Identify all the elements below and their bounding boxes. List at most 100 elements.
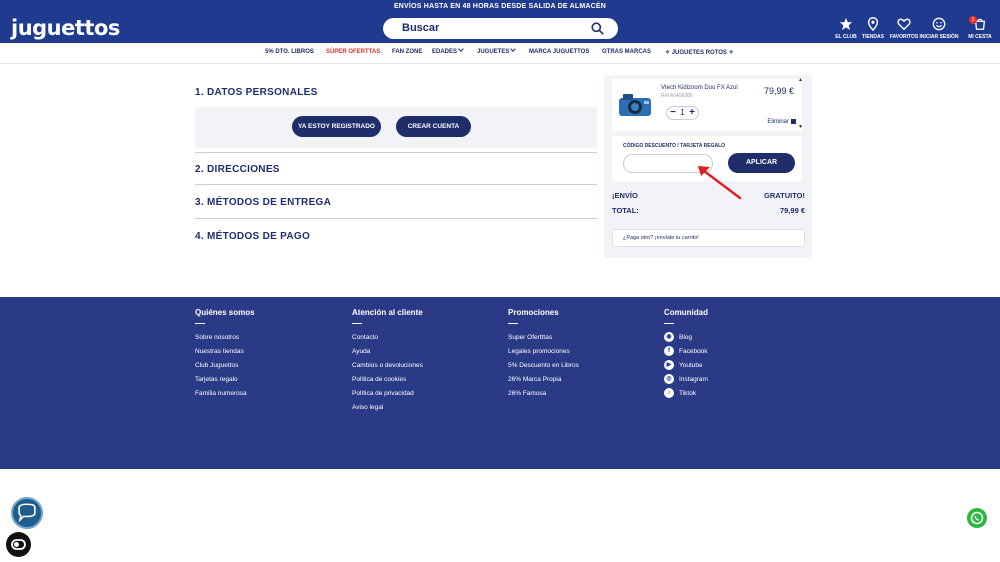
footer-link-blog[interactable]: ◉ Blog: [664, 331, 708, 345]
footer-link-youtube[interactable]: ▶ Youtube: [664, 359, 708, 373]
total-value: 79,99 €: [779, 206, 805, 215]
footer-link[interactable]: Sobre nosotros: [195, 331, 255, 345]
youtube-icon: ▶: [664, 360, 674, 371]
footer-link[interactable]: Política de privacidad: [352, 387, 423, 401]
nav-item-juguetes-label: JUGUETES: [477, 49, 510, 55]
favorites-link[interactable]: FAVORITOS: [884, 17, 924, 40]
star-icon: [839, 17, 853, 31]
product-price: 79,99 €: [763, 86, 794, 96]
login-link[interactable]: INICIAR SESIÓN: [919, 17, 959, 40]
accessibility-toggle-icon: [11, 539, 26, 550]
section-datos-personales[interactable]: 1. DATOS PERSONALES: [195, 87, 318, 98]
footer-link-label: Facebook: [679, 348, 708, 355]
favorites-label: FAVORITOS: [889, 34, 919, 40]
footer-link-label: Blog: [679, 334, 693, 341]
coupon-label: CÓDIGO DESCUENTO / TARJETA REGALO: [623, 143, 726, 149]
footer-link[interactable]: Contacto: [352, 331, 423, 345]
nav-item-super-ofertas[interactable]: SÚPER OFERTTAS: [326, 49, 380, 55]
footer-link[interactable]: 5% Descuento en Libros: [508, 359, 579, 373]
nav-item-marca-juguettos[interactable]: MARCA JUGUETTOS: [529, 49, 589, 55]
footer-link[interactable]: Cambios o devoluciones: [352, 359, 423, 373]
scroll-down-icon[interactable]: ▼: [798, 124, 803, 130]
footer-link[interactable]: Super Ofertttas: [508, 331, 579, 345]
footer-heading-underline: [508, 323, 518, 324]
footer-link[interactable]: Nuestras tiendas: [195, 345, 255, 359]
footer-link-tiktok[interactable]: ♪ Tiktok: [664, 387, 708, 401]
annotation-arrow-icon: [698, 166, 742, 200]
shipping-label: ¡ENVÍO: [612, 191, 638, 200]
share-cart-button[interactable]: ¿Paga otro? ¡envíale tu carrito!: [612, 229, 805, 247]
cart-item: Vtech Kidizoom Duo FX Azul Ref A0406386 …: [612, 79, 802, 131]
nav-item-juguetes-rotos[interactable]: ✧ JUGUETES ROTOS ✧: [665, 49, 734, 56]
footer-link-instagram[interactable]: ◎ Instagram: [664, 373, 708, 387]
whatsapp-button[interactable]: [967, 508, 987, 528]
search-icon[interactable]: [591, 22, 604, 35]
remove-label: Eliminar: [767, 119, 789, 126]
footer-link[interactable]: Club Juguettos: [195, 359, 255, 373]
footer-link[interactable]: Ayuda: [352, 345, 423, 359]
search-input[interactable]: Buscar: [402, 22, 439, 34]
quantity-value[interactable]: 1: [680, 108, 684, 117]
product-name[interactable]: Vtech Kidizoom Duo FX Azul: [661, 85, 738, 91]
total-label: TOTAL:: [612, 206, 639, 215]
section-metodos-pago[interactable]: 4. MÉTODOS DE PAGO: [195, 231, 310, 242]
section-divider: [195, 218, 597, 219]
scroll-up-icon[interactable]: ▲: [798, 77, 803, 83]
search-bar[interactable]: Buscar: [383, 18, 618, 39]
chevron-down-icon: [510, 46, 517, 52]
product-image[interactable]: [617, 90, 653, 120]
login-label: INICIAR SESIÓN: [919, 34, 959, 40]
site-footer: Quiénes somos Sobre nosotros Nuestras ti…: [0, 297, 1000, 469]
plus-icon[interactable]: +: [689, 107, 695, 119]
footer-link[interactable]: Tarjetas regalo: [195, 373, 255, 387]
rss-icon: ◉: [664, 332, 674, 343]
section-direcciones[interactable]: 2. DIRECCIONES: [195, 164, 280, 175]
footer-heading: Comunidad: [664, 308, 708, 317]
logo[interactable]: juguettos: [11, 16, 120, 40]
footer-link[interactable]: Familia numerosa: [195, 387, 255, 401]
footer-link[interactable]: 26% Marca Propia: [508, 373, 579, 387]
footer-heading: Atención al cliente: [352, 308, 423, 317]
footer-column-comunidad: Comunidad ◉ Blog f Facebook ▶ Youtube ◎ Inst…: [664, 308, 708, 401]
main-nav: 5% DTO. LIBROS SÚPER OFERTTAS FAN ZONE E…: [0, 43, 1000, 64]
footer-link[interactable]: 26% Famosa: [508, 387, 579, 401]
footer-heading: Quiénes somos: [195, 308, 255, 317]
section-divider: [195, 184, 597, 185]
chat-button[interactable]: [11, 497, 43, 529]
nav-item-edades-label: EDADES: [432, 49, 458, 55]
cart-label: MI CESTA: [968, 34, 992, 40]
cart-count-badge: 1: [969, 16, 977, 24]
remove-icon: [791, 119, 796, 124]
smile-icon: [932, 17, 946, 31]
instagram-icon: ◎: [664, 374, 674, 385]
accessibility-button[interactable]: [6, 532, 31, 557]
location-icon: [867, 17, 879, 31]
chat-bubble-icon: [18, 503, 36, 523]
nav-item-libros[interactable]: 5% DTO. LIBROS: [265, 49, 314, 55]
footer-column-atencion: Atención al cliente Contacto Ayuda Cambi…: [352, 308, 423, 415]
nav-item-otras-marcas[interactable]: OTRAS MARCAS: [602, 49, 651, 55]
whatsapp-icon: [970, 511, 984, 525]
footer-heading-underline: [352, 323, 362, 324]
heart-icon: [897, 18, 911, 31]
already-registered-button[interactable]: YA ESTOY REGISTRADO: [292, 116, 381, 137]
footer-heading: Promociones: [508, 308, 559, 317]
footer-column-promociones: Promociones Super Ofertttas Legales prom…: [508, 308, 579, 401]
footer-link[interactable]: Aviso legal: [352, 401, 423, 415]
nav-item-juguetes[interactable]: JUGUETES: [477, 46, 517, 55]
footer-link-facebook[interactable]: f Facebook: [664, 345, 708, 359]
footer-link-label: Tiktok: [679, 390, 697, 397]
nav-item-fan-zone[interactable]: FAN ZONE: [392, 49, 422, 55]
footer-link[interactable]: Legales promociones: [508, 345, 579, 359]
minus-icon[interactable]: −: [670, 107, 676, 119]
footer-link[interactable]: Política de cookies: [352, 373, 423, 387]
remove-button[interactable]: Eliminar: [767, 119, 796, 125]
announcement-bar: ENVÍOS HASTA EN 48 HORAS DESDE SALIDA DE…: [0, 0, 1000, 14]
site-header: juguettos Buscar EL CLUB TIENDAS FAVORIT…: [0, 14, 1000, 43]
section-divider: [195, 152, 597, 153]
cart-link[interactable]: 1 MI CESTA: [960, 16, 1000, 40]
total-row: TOTAL: 79,99 €: [612, 206, 805, 215]
create-account-button[interactable]: CREAR CUENTA: [396, 116, 471, 137]
nav-item-edades[interactable]: EDADES: [432, 46, 464, 55]
section-metodos-entrega[interactable]: 3. MÉTODOS DE ENTREGA: [195, 197, 331, 208]
